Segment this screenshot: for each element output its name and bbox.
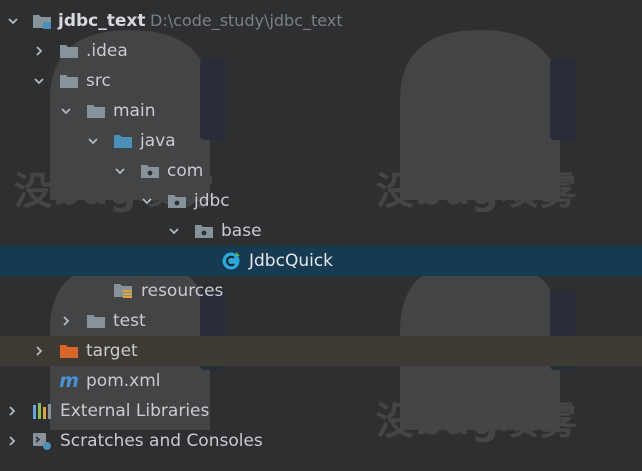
package-icon	[167, 186, 187, 216]
tree-node-resources[interactable]: resources	[0, 276, 642, 306]
tree-node-label: .idea	[86, 41, 128, 61]
chevron-down-icon[interactable]	[140, 186, 154, 216]
tree-node-main[interactable]: main	[0, 96, 642, 126]
tree-node-label: com	[167, 161, 204, 181]
scratches-icon	[32, 426, 52, 456]
maven-icon: m	[59, 370, 79, 392]
tree-node-label: pom.xml	[86, 371, 161, 391]
tree-node-src[interactable]: src	[0, 66, 642, 96]
folder-icon	[86, 96, 106, 126]
project-path: D:\code_study\jdbc_text	[150, 11, 343, 30]
tree-node-target[interactable]: target	[0, 336, 642, 366]
tree-node-label: src	[86, 71, 111, 91]
tree-node-label: target	[86, 341, 138, 361]
tree-node-label: jdbc_text	[58, 11, 146, 31]
tree-node-base[interactable]: base	[0, 216, 642, 246]
chevron-right-icon[interactable]	[5, 426, 19, 456]
folder-icon	[59, 36, 79, 66]
tree-node-label: JdbcQuick	[249, 251, 334, 271]
chevron-right-icon[interactable]	[59, 306, 73, 336]
folder-icon	[86, 306, 106, 336]
chevron-down-icon[interactable]	[32, 66, 46, 96]
tree-node-label: main	[113, 101, 156, 121]
chevron-right-icon[interactable]	[32, 36, 46, 66]
tree-node-test[interactable]: test	[0, 306, 642, 336]
tree-node-pom[interactable]: m pom.xml	[0, 366, 642, 396]
chevron-down-icon[interactable]	[59, 96, 73, 126]
tree-node-label: External Libraries	[60, 401, 210, 421]
tree-node-label: java	[140, 131, 176, 151]
tree-node-jdbc[interactable]: jdbc	[0, 186, 642, 216]
library-icon	[32, 396, 52, 426]
tree-node-idea[interactable]: .idea	[0, 36, 642, 66]
source-folder-icon	[113, 126, 133, 156]
chevron-down-icon[interactable]	[6, 6, 20, 36]
java-class-icon	[221, 246, 241, 276]
tree-node-java[interactable]: java	[0, 126, 642, 156]
folder-icon	[59, 66, 79, 96]
chevron-down-icon[interactable]	[167, 216, 181, 246]
excluded-folder-icon	[59, 336, 79, 366]
package-icon	[194, 216, 214, 246]
tree-node-label: base	[221, 221, 262, 241]
tree-node-project-root[interactable]: jdbc_text D:\code_study\jdbc_text	[0, 6, 642, 36]
tree-node-jdbcquick[interactable]: JdbcQuick	[0, 246, 642, 276]
tree-node-label: jdbc	[194, 191, 230, 211]
resources-folder-icon	[113, 276, 133, 306]
chevron-right-icon[interactable]	[32, 336, 46, 366]
tree-node-com[interactable]: com	[0, 156, 642, 186]
package-icon	[140, 156, 160, 186]
chevron-down-icon[interactable]	[86, 126, 100, 156]
chevron-down-icon[interactable]	[113, 156, 127, 186]
chevron-right-icon[interactable]	[5, 396, 19, 426]
tree-node-label: test	[113, 311, 146, 331]
tree-node-label: Scratches and Consoles	[60, 431, 263, 451]
module-folder-icon	[32, 6, 52, 36]
project-tool-window: 没bug喷雾 没bug喷雾 没bug喷雾 jdbc_text D:\code_s…	[0, 0, 642, 471]
tree-node-external-libraries[interactable]: External Libraries	[0, 396, 642, 426]
project-tree: jdbc_text D:\code_study\jdbc_text .idea …	[0, 6, 642, 456]
tree-node-label: resources	[141, 281, 224, 301]
tree-node-scratches[interactable]: Scratches and Consoles	[0, 426, 642, 456]
